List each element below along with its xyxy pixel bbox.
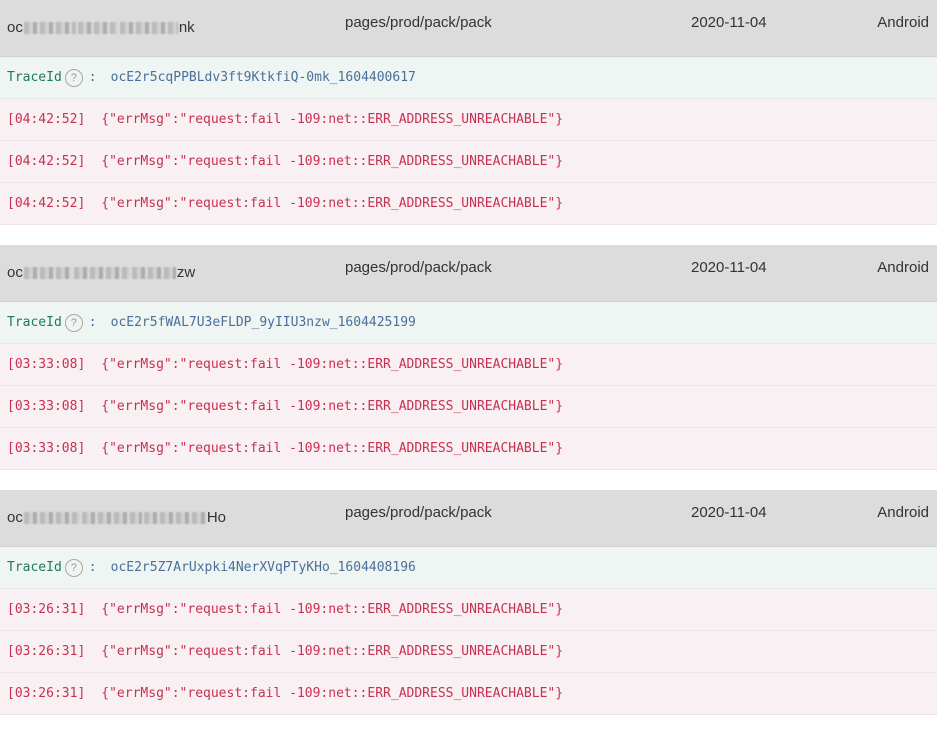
record-header[interactable]: oc zw pages/prod/pack/pack 2020-11-04 An…	[0, 245, 937, 302]
record-date: 2020-11-04	[691, 14, 767, 31]
log-time: [03:26:31]	[7, 602, 86, 617]
user-openid-prefix: oc	[7, 509, 23, 526]
log-entry: [04:42:52] {"errMsg":"request:fail -109:n…	[0, 99, 937, 141]
user-openid: oc zw	[7, 245, 195, 301]
redacted-mosaic	[119, 22, 178, 34]
redacted-mosaic	[23, 22, 76, 34]
redacted-mosaic	[23, 512, 80, 524]
log-entry: [03:33:08] {"errMsg":"request:fail -109:n…	[0, 386, 937, 428]
log-message: {"errMsg":"request:fail -109:net::ERR_AD…	[101, 357, 564, 372]
log-time: [04:42:52]	[7, 196, 86, 211]
log-entry: [03:33:08] {"errMsg":"request:fail -109:n…	[0, 344, 937, 386]
trace-row: TraceId ? : ocE2r5cqPPBLdv3ft9KtkfiQ-0mk…	[0, 57, 937, 99]
log-time: [03:33:08]	[7, 357, 86, 372]
page-path: pages/prod/pack/pack	[345, 14, 492, 31]
trace-separator: :	[88, 560, 97, 575]
log-message: {"errMsg":"request:fail -109:net::ERR_AD…	[101, 602, 564, 617]
log-time: [04:42:52]	[7, 154, 86, 169]
trace-separator: :	[88, 70, 97, 85]
trace-id: ocE2r5Z7ArUxpki4NerXVqPTyKHo_1604408196	[110, 560, 416, 575]
log-entry: [03:26:31] {"errMsg":"request:fail -109:n…	[0, 673, 937, 715]
trace-label: TraceId	[7, 560, 62, 575]
log-record: oc Ho pages/prod/pack/pack 2020-11-04 An…	[0, 490, 937, 715]
log-entry: [03:26:31] {"errMsg":"request:fail -109:n…	[0, 631, 937, 673]
log-message: {"errMsg":"request:fail -109:net::ERR_AD…	[101, 644, 564, 659]
trace-separator: :	[88, 315, 97, 330]
record-date: 2020-11-04	[691, 504, 767, 521]
record-divider	[0, 225, 937, 245]
log-entry: [04:42:52] {"errMsg":"request:fail -109:n…	[0, 183, 937, 225]
help-circle-icon[interactable]: ?	[64, 313, 83, 332]
log-record: oc zw pages/prod/pack/pack 2020-11-04 An…	[0, 245, 937, 470]
redacted-mosaic	[81, 512, 142, 524]
log-time: [04:42:52]	[7, 112, 86, 127]
help-circle-icon[interactable]: ?	[64, 558, 83, 577]
log-time: [03:33:08]	[7, 441, 86, 456]
user-openid: oc nk	[7, 0, 195, 56]
user-openid-suffix: zw	[176, 264, 196, 281]
user-openid: oc Ho	[7, 490, 226, 546]
redacted-mosaic	[23, 267, 72, 279]
log-entry: [03:33:08] {"errMsg":"request:fail -109:n…	[0, 428, 937, 470]
error-log-list: oc nk pages/prod/pack/pack 2020-11-04 An…	[0, 0, 937, 741]
redacted-mosaic	[77, 22, 118, 34]
trace-row: TraceId ? : ocE2r5Z7ArUxpki4NerXVqPTyKHo…	[0, 547, 937, 589]
platform-os: Android	[877, 259, 929, 276]
log-message: {"errMsg":"request:fail -109:net::ERR_AD…	[101, 196, 564, 211]
record-divider	[0, 470, 937, 490]
trace-id: ocE2r5cqPPBLdv3ft9KtkfiQ-0mk_1604400617	[110, 70, 416, 85]
redacted-mosaic	[73, 267, 130, 279]
user-openid-suffix: nk	[178, 19, 195, 36]
log-message: {"errMsg":"request:fail -109:net::ERR_AD…	[101, 399, 564, 414]
page-path: pages/prod/pack/pack	[345, 259, 492, 276]
platform-os: Android	[877, 504, 929, 521]
log-record: oc nk pages/prod/pack/pack 2020-11-04 An…	[0, 0, 937, 225]
record-header[interactable]: oc Ho pages/prod/pack/pack 2020-11-04 An…	[0, 490, 937, 547]
user-openid-suffix: Ho	[206, 509, 227, 526]
record-header[interactable]: oc nk pages/prod/pack/pack 2020-11-04 An…	[0, 0, 937, 57]
log-entry: [03:26:31] {"errMsg":"request:fail -109:n…	[0, 589, 937, 631]
platform-os: Android	[877, 14, 929, 31]
log-entry: [04:42:52] {"errMsg":"request:fail -109:n…	[0, 141, 937, 183]
log-message: {"errMsg":"request:fail -109:net::ERR_AD…	[101, 441, 564, 456]
log-message: {"errMsg":"request:fail -109:net::ERR_AD…	[101, 112, 564, 127]
trace-label: TraceId	[7, 315, 62, 330]
log-time: [03:33:08]	[7, 399, 86, 414]
redacted-mosaic	[131, 267, 176, 279]
log-message: {"errMsg":"request:fail -109:net::ERR_AD…	[101, 154, 564, 169]
trace-label: TraceId	[7, 70, 62, 85]
trace-row: TraceId ? : ocE2r5fWAL7U3eFLDP_9yIIU3nzw…	[0, 302, 937, 344]
trace-id: ocE2r5fWAL7U3eFLDP_9yIIU3nzw_1604425199	[110, 315, 416, 330]
log-time: [03:26:31]	[7, 686, 86, 701]
log-time: [03:26:31]	[7, 644, 86, 659]
record-date: 2020-11-04	[691, 259, 767, 276]
user-openid-prefix: oc	[7, 264, 23, 281]
redacted-mosaic	[143, 512, 206, 524]
help-circle-icon[interactable]: ?	[64, 68, 83, 87]
log-message: {"errMsg":"request:fail -109:net::ERR_AD…	[101, 686, 564, 701]
user-openid-prefix: oc	[7, 19, 23, 36]
page-path: pages/prod/pack/pack	[345, 504, 492, 521]
